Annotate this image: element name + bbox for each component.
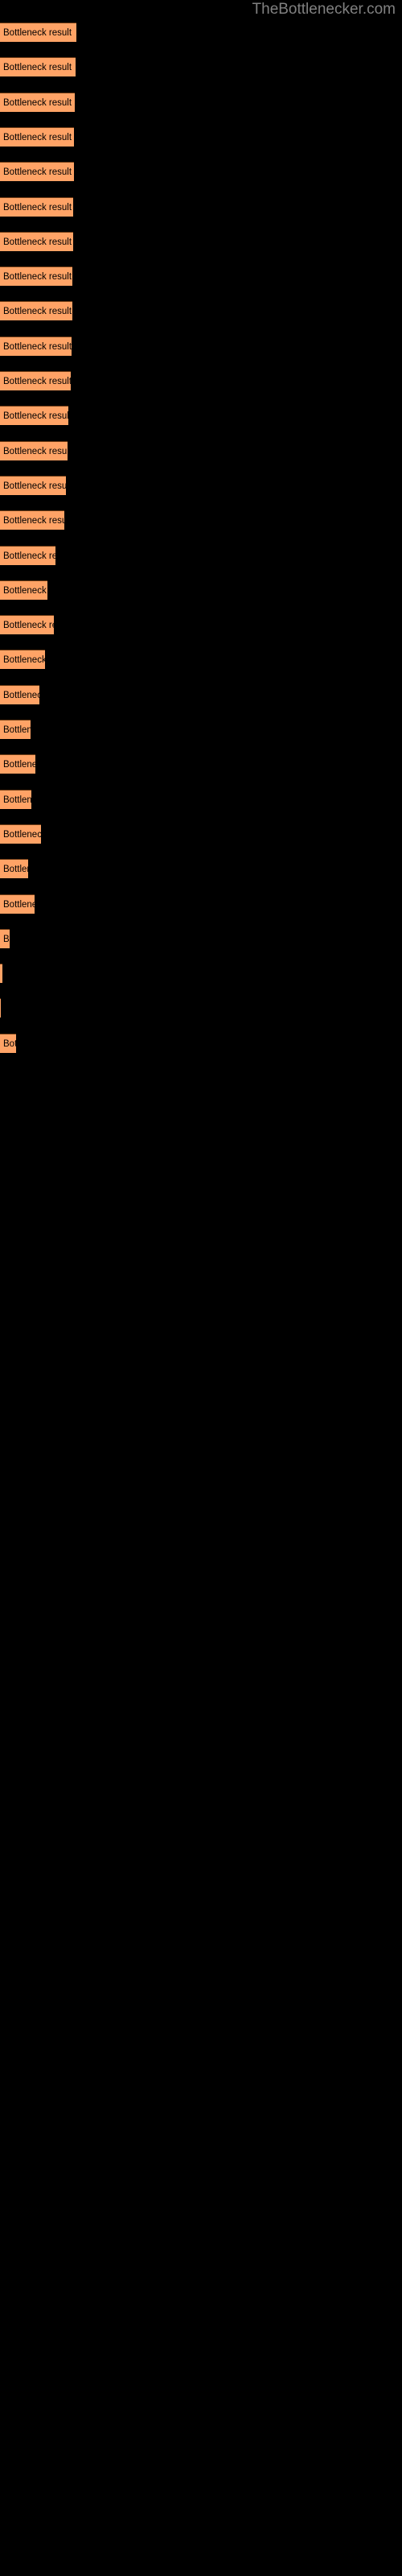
bar-clip: Bottleneck result <box>0 859 28 879</box>
bar-segment[interactable]: Bottleneck result <box>0 1033 16 1053</box>
bar-clip: Bottleneck result <box>0 684 39 704</box>
bar-segment[interactable]: Bottleneck result <box>0 789 31 809</box>
bar-clip: Bottleneck result <box>0 894 35 914</box>
bar-clip: Bottleneck result <box>0 1033 16 1053</box>
bar-segment[interactable]: Bottleneck result <box>0 162 74 182</box>
bar-segment[interactable]: Bottleneck result <box>0 545 55 565</box>
bar-label: Bottleneck result <box>3 377 71 386</box>
bar-segment[interactable]: Bottleneck result <box>0 650 45 670</box>
bar-label: Bottleneck result <box>3 272 72 283</box>
bar-segment[interactable]: Bottleneck result <box>0 580 47 600</box>
bar-segment[interactable]: Bottleneck result <box>0 301 72 321</box>
bar-clip: Bottleneck result <box>0 510 64 530</box>
bar-clip: Bottleneck result <box>0 196 73 217</box>
bar-clip: Bottleneck result <box>0 57 76 77</box>
bar-segment[interactable]: Bottleneck result <box>0 998 1 1018</box>
bar-clip: Bottleneck result <box>0 545 55 565</box>
bar-clip: Bottleneck result <box>0 92 75 112</box>
bar-label: Bottleneck result <box>3 516 64 526</box>
bar-clip: Bottleneck result <box>0 720 31 739</box>
bar-label: Bottleneck result <box>3 829 41 840</box>
bar-label: Bottleneck result <box>3 307 72 317</box>
bar-clip: Bottleneck result <box>0 580 47 600</box>
bar-clip: Bottleneck result <box>0 615 54 635</box>
bar-segment[interactable]: Bottleneck result <box>0 824 41 844</box>
bar-clip: Bottleneck result <box>0 754 35 774</box>
bar-clip: Bottleneck result <box>0 964 2 984</box>
bar-label: Bottleneck result <box>3 411 68 422</box>
bar-label: Bottleneck result <box>3 551 55 561</box>
bar-segment[interactable]: Bottleneck result <box>0 92 75 112</box>
bar-segment[interactable]: Bottleneck result <box>0 859 28 879</box>
bar-segment[interactable]: Bottleneck result <box>0 336 72 356</box>
bar-clip: Bottleneck result <box>0 126 74 147</box>
bar-segment[interactable]: Bottleneck result <box>0 231 73 251</box>
bar-clip: Bottleneck result <box>0 824 41 844</box>
bar-segment[interactable]: Bottleneck result <box>0 440 68 460</box>
bar-label: Bottleneck result <box>3 167 72 178</box>
bar-segment[interactable]: Bottleneck result <box>0 266 72 287</box>
bar-label: Bottleneck result <box>3 132 72 142</box>
bar-segment[interactable]: Bottleneck result <box>0 23 76 42</box>
bar-segment[interactable]: Bottleneck result <box>0 720 31 739</box>
bar-clip: Bottleneck result <box>0 475 66 495</box>
bar-label: Bottleneck result <box>3 760 35 770</box>
bar-label: Bottleneck result <box>3 585 47 596</box>
bar-label: Bottleneck result <box>3 1038 16 1049</box>
bar-label: Bottleneck result <box>3 795 31 805</box>
bar-segment[interactable]: Bottleneck result <box>0 928 10 948</box>
bar-clip: Bottleneck result <box>0 371 71 390</box>
bar-clip: Bottleneck result <box>0 650 45 670</box>
bar-label: Bottleneck result <box>3 28 72 38</box>
bar-segment[interactable]: Bottleneck result <box>0 126 74 147</box>
bar-segment[interactable]: Bottleneck result <box>0 475 66 495</box>
bar-clip: Bottleneck result <box>0 440 68 460</box>
bar-label: Bottleneck result <box>3 446 68 456</box>
bar-label: Bottleneck result <box>3 865 28 875</box>
bar-segment[interactable]: Bottleneck result <box>0 894 35 914</box>
bar-clip: Bottleneck result <box>0 928 10 948</box>
bar-clip: Bottleneck result <box>0 998 1 1018</box>
bar-segment[interactable]: Bottleneck result <box>0 684 39 704</box>
bar-segment[interactable]: Bottleneck result <box>0 615 54 635</box>
bar-label: Bottleneck result <box>3 481 66 491</box>
bar-label: Bottleneck result <box>3 934 10 944</box>
bar-label: Bottleneck result <box>3 63 72 73</box>
bar-clip: Bottleneck result <box>0 301 72 321</box>
bar-label: Bottleneck result <box>3 655 45 666</box>
bar-segment[interactable]: Bottleneck result <box>0 964 2 984</box>
bar-clip: Bottleneck result <box>0 789 31 809</box>
bar-clip: Bottleneck result <box>0 23 76 42</box>
bar-segment[interactable]: Bottleneck result <box>0 510 64 530</box>
bar-label: Bottleneck result <box>3 690 39 700</box>
bar-segment[interactable]: Bottleneck result <box>0 754 35 774</box>
bar-label: Bottleneck result <box>3 237 72 247</box>
bar-label: Bottleneck result <box>3 621 54 631</box>
bar-chart-plot-area: Bottleneck result Bottleneck result Bottle… <box>0 0 402 2576</box>
bar-clip: Bottleneck result <box>0 162 74 182</box>
bar-label: Bottleneck result <box>3 97 72 108</box>
bar-segment[interactable]: Bottleneck result <box>0 371 71 390</box>
bar-label: Bottleneck result <box>3 725 31 735</box>
bar-label: Bottleneck result <box>3 899 35 910</box>
chart-page: TheBottlenecker.com Bottleneck result Bot… <box>0 0 402 2576</box>
bar-segment[interactable]: Bottleneck result <box>0 57 76 77</box>
bar-label: Bottleneck result <box>3 341 72 352</box>
bar-segment[interactable]: Bottleneck result <box>0 406 68 426</box>
bar-label: Bottleneck result <box>3 202 72 213</box>
bar-clip: Bottleneck result <box>0 406 68 426</box>
bar-clip: Bottleneck result <box>0 231 73 251</box>
bar-clip: Bottleneck result <box>0 336 72 356</box>
bar-segment[interactable]: Bottleneck result <box>0 196 73 217</box>
bar-clip: Bottleneck result <box>0 266 72 287</box>
